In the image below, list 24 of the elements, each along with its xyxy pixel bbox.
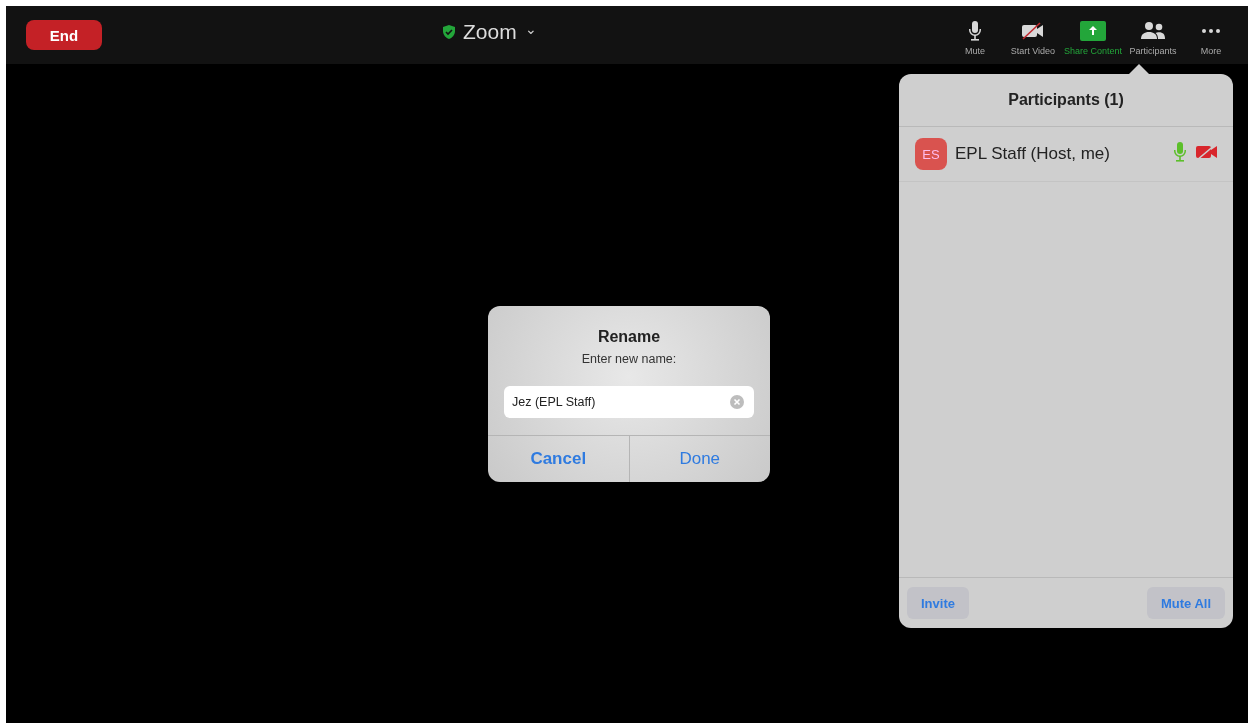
clear-icon[interactable]: [730, 395, 744, 409]
share-screen-icon: [1079, 21, 1106, 41]
meeting-title[interactable]: Zoom: [463, 20, 517, 44]
end-button[interactable]: End: [26, 20, 102, 50]
shield-check-icon: [443, 25, 455, 39]
toolbar-button[interactable]: Mute: [945, 14, 1004, 64]
toolbar-button[interactable]: More: [1182, 14, 1240, 64]
video-off-icon: [1195, 143, 1219, 161]
name-field[interactable]: Jez (EPL Staff): [504, 386, 754, 418]
microphone-icon: [1173, 142, 1187, 162]
panel-title: Participants (1): [1008, 91, 1124, 109]
video-off-icon: [1020, 22, 1045, 40]
toolbar-button[interactable]: Start Video: [1003, 14, 1062, 64]
people-icon: [1140, 22, 1166, 40]
participant-name: EPL Staff (Host, me): [955, 144, 1111, 164]
dialog-message: Enter new name:: [580, 352, 678, 366]
microphone-icon: [967, 21, 982, 41]
toolbar-button[interactable]: Participants: [1124, 14, 1182, 64]
dialog-title: Rename: [596, 328, 662, 346]
caret-icon[interactable]: ⌄: [524, 21, 537, 37]
avatar: ES: [915, 138, 947, 170]
toolbar-button[interactable]: Share Content: [1061, 14, 1124, 64]
participant-row[interactable]: ES EPL Staff (Host, me): [899, 127, 1233, 182]
more-icon: [1201, 28, 1221, 34]
